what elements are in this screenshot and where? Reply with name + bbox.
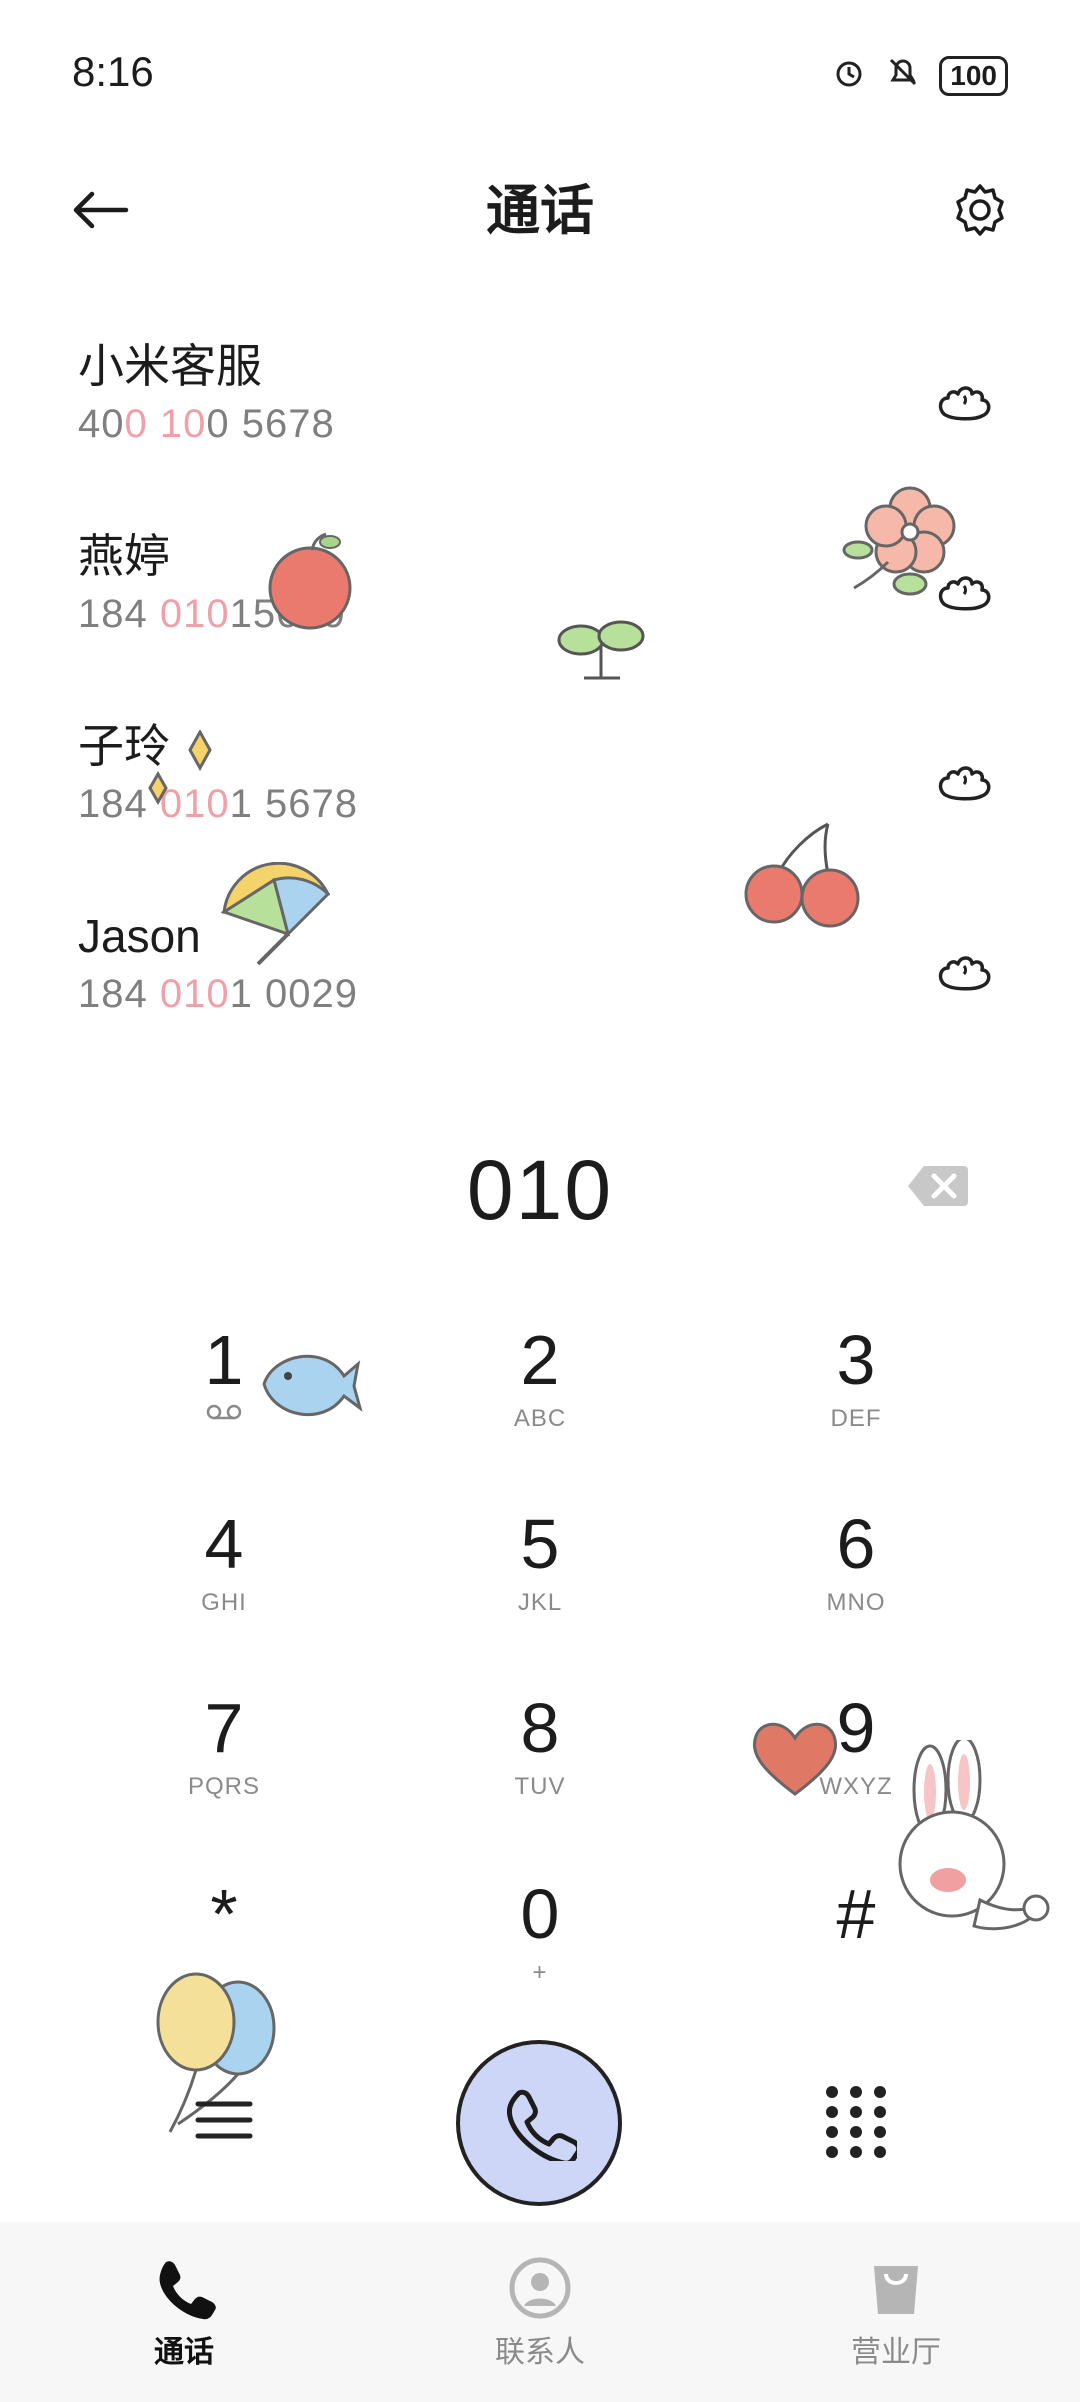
contact-item[interactable]: Jason 184 0101 0029: [0, 906, 1080, 1076]
contact-item[interactable]: 小米客服 400 100 5678: [0, 336, 1080, 506]
key-0[interactable]: 0 +: [440, 1872, 640, 2022]
key-hash[interactable]: #: [756, 1872, 956, 2022]
call-contact-button[interactable]: [930, 556, 1002, 628]
delete-button[interactable]: [906, 1162, 970, 1210]
status-icons: 100: [831, 54, 1008, 98]
call-button[interactable]: [456, 2040, 622, 2206]
tab-contacts[interactable]: 联系人: [420, 2256, 660, 2373]
hand-wave-icon: [938, 386, 991, 421]
phone-icon: [507, 2089, 577, 2161]
key-7[interactable]: 7 PQRS: [124, 1686, 324, 1836]
contact-number: 400 100 5678: [78, 402, 335, 446]
hand-wave-icon: [938, 956, 991, 991]
contact-name: 燕婷: [78, 530, 170, 582]
call-contact-button[interactable]: [930, 366, 1002, 438]
contact-name: Jason: [78, 910, 201, 962]
menu-button[interactable]: [184, 2080, 264, 2160]
backspace-icon: [908, 1166, 968, 1206]
dialpad-grid-icon: [826, 2086, 886, 2158]
silent-icon: [885, 54, 921, 98]
tab-calls[interactable]: 通话: [64, 2256, 304, 2373]
call-contact-button[interactable]: [930, 746, 1002, 818]
phone-icon: [159, 2261, 216, 2320]
key-9[interactable]: 9 WXYZ: [756, 1686, 956, 1836]
tab-label: 联系人: [495, 2336, 585, 2369]
hand-wave-icon: [938, 576, 991, 611]
contact-name: 子玲: [78, 720, 170, 772]
alarm-icon: [831, 54, 867, 98]
shopping-bag-icon: [874, 2266, 918, 2314]
battery-indicator: 100: [939, 56, 1008, 96]
tab-label: 通话: [154, 2336, 214, 2369]
tab-store[interactable]: 营业厅: [776, 2256, 1016, 2373]
call-contact-button[interactable]: [930, 936, 1002, 1008]
key-5[interactable]: 5 JKL: [440, 1502, 640, 1652]
hamburger-icon: [195, 2101, 253, 2139]
key-2[interactable]: 2 ABC: [440, 1318, 640, 1468]
key-3[interactable]: 3 DEF: [756, 1318, 956, 1468]
key-star[interactable]: *: [124, 1872, 324, 2022]
contact-number: 184 01015689: [78, 592, 346, 636]
key-8[interactable]: 8 TUV: [440, 1686, 640, 1836]
contact-number: 184 0101 5678: [78, 782, 358, 826]
key-6[interactable]: 6 MNO: [756, 1502, 956, 1652]
page-title: 通话: [486, 181, 594, 241]
settings-button[interactable]: [944, 176, 1016, 248]
contact-number: 184 0101 0029: [78, 972, 358, 1016]
status-time: 8:16: [72, 48, 154, 95]
contact-name: 小米客服: [78, 340, 262, 392]
contact-item[interactable]: 子玲 184 0101 5678: [0, 716, 1080, 886]
voicemail-icon: [124, 1402, 324, 1427]
key-1[interactable]: 1: [124, 1318, 324, 1468]
key-4[interactable]: 4 GHI: [124, 1502, 324, 1652]
hand-wave-icon: [938, 766, 991, 801]
keypad-toggle-button[interactable]: [816, 2080, 896, 2160]
bottom-nav: 通话 联系人 营业厅: [0, 2222, 1080, 2402]
gear-icon: [950, 180, 1010, 245]
tab-label: 营业厅: [851, 2336, 941, 2369]
contact-item[interactable]: 燕婷 184 01015689: [0, 526, 1080, 696]
person-icon: [509, 2257, 571, 2319]
